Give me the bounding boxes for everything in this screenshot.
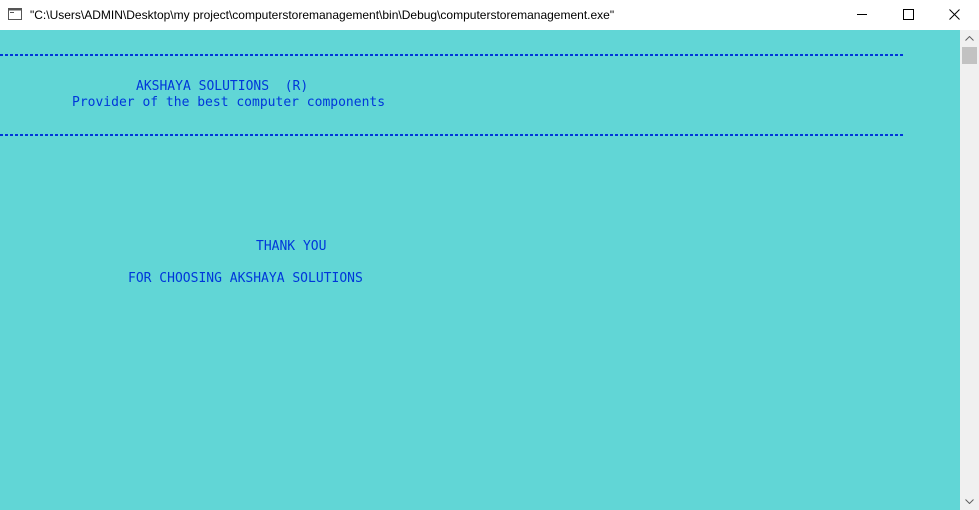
console-output[interactable]: AKSHAYA SOLUTIONS (R) Provider of the be… bbox=[0, 30, 960, 510]
separator-line-bottom bbox=[0, 134, 903, 136]
minimize-button[interactable] bbox=[839, 0, 885, 30]
company-name: AKSHAYA SOLUTIONS (R) bbox=[136, 79, 309, 94]
minimize-icon bbox=[857, 14, 867, 15]
scroll-up-button[interactable] bbox=[960, 30, 979, 47]
vertical-scrollbar[interactable] bbox=[960, 30, 979, 510]
scroll-thumb[interactable] bbox=[962, 47, 977, 64]
thank-you-message: THANK YOU bbox=[256, 239, 327, 254]
console-app-icon[interactable] bbox=[8, 8, 22, 20]
scroll-down-arrow-icon bbox=[965, 499, 974, 504]
console-window: "C:\Users\ADMIN\Desktop\my project\compu… bbox=[0, 0, 979, 510]
title-bar[interactable]: "C:\Users\ADMIN\Desktop\my project\compu… bbox=[0, 0, 979, 30]
company-tagline: Provider of the best computer components bbox=[72, 95, 386, 110]
window-title: "C:\Users\ADMIN\Desktop\my project\compu… bbox=[30, 8, 615, 22]
close-button[interactable] bbox=[931, 0, 977, 30]
maximize-button[interactable] bbox=[885, 0, 931, 30]
scroll-up-arrow-icon bbox=[965, 36, 974, 41]
close-icon bbox=[949, 9, 960, 20]
scroll-down-button[interactable] bbox=[960, 493, 979, 510]
separator-line-top bbox=[0, 54, 903, 56]
choosing-message: FOR CHOOSING AKSHAYA SOLUTIONS bbox=[128, 271, 363, 286]
maximize-icon bbox=[903, 9, 914, 20]
